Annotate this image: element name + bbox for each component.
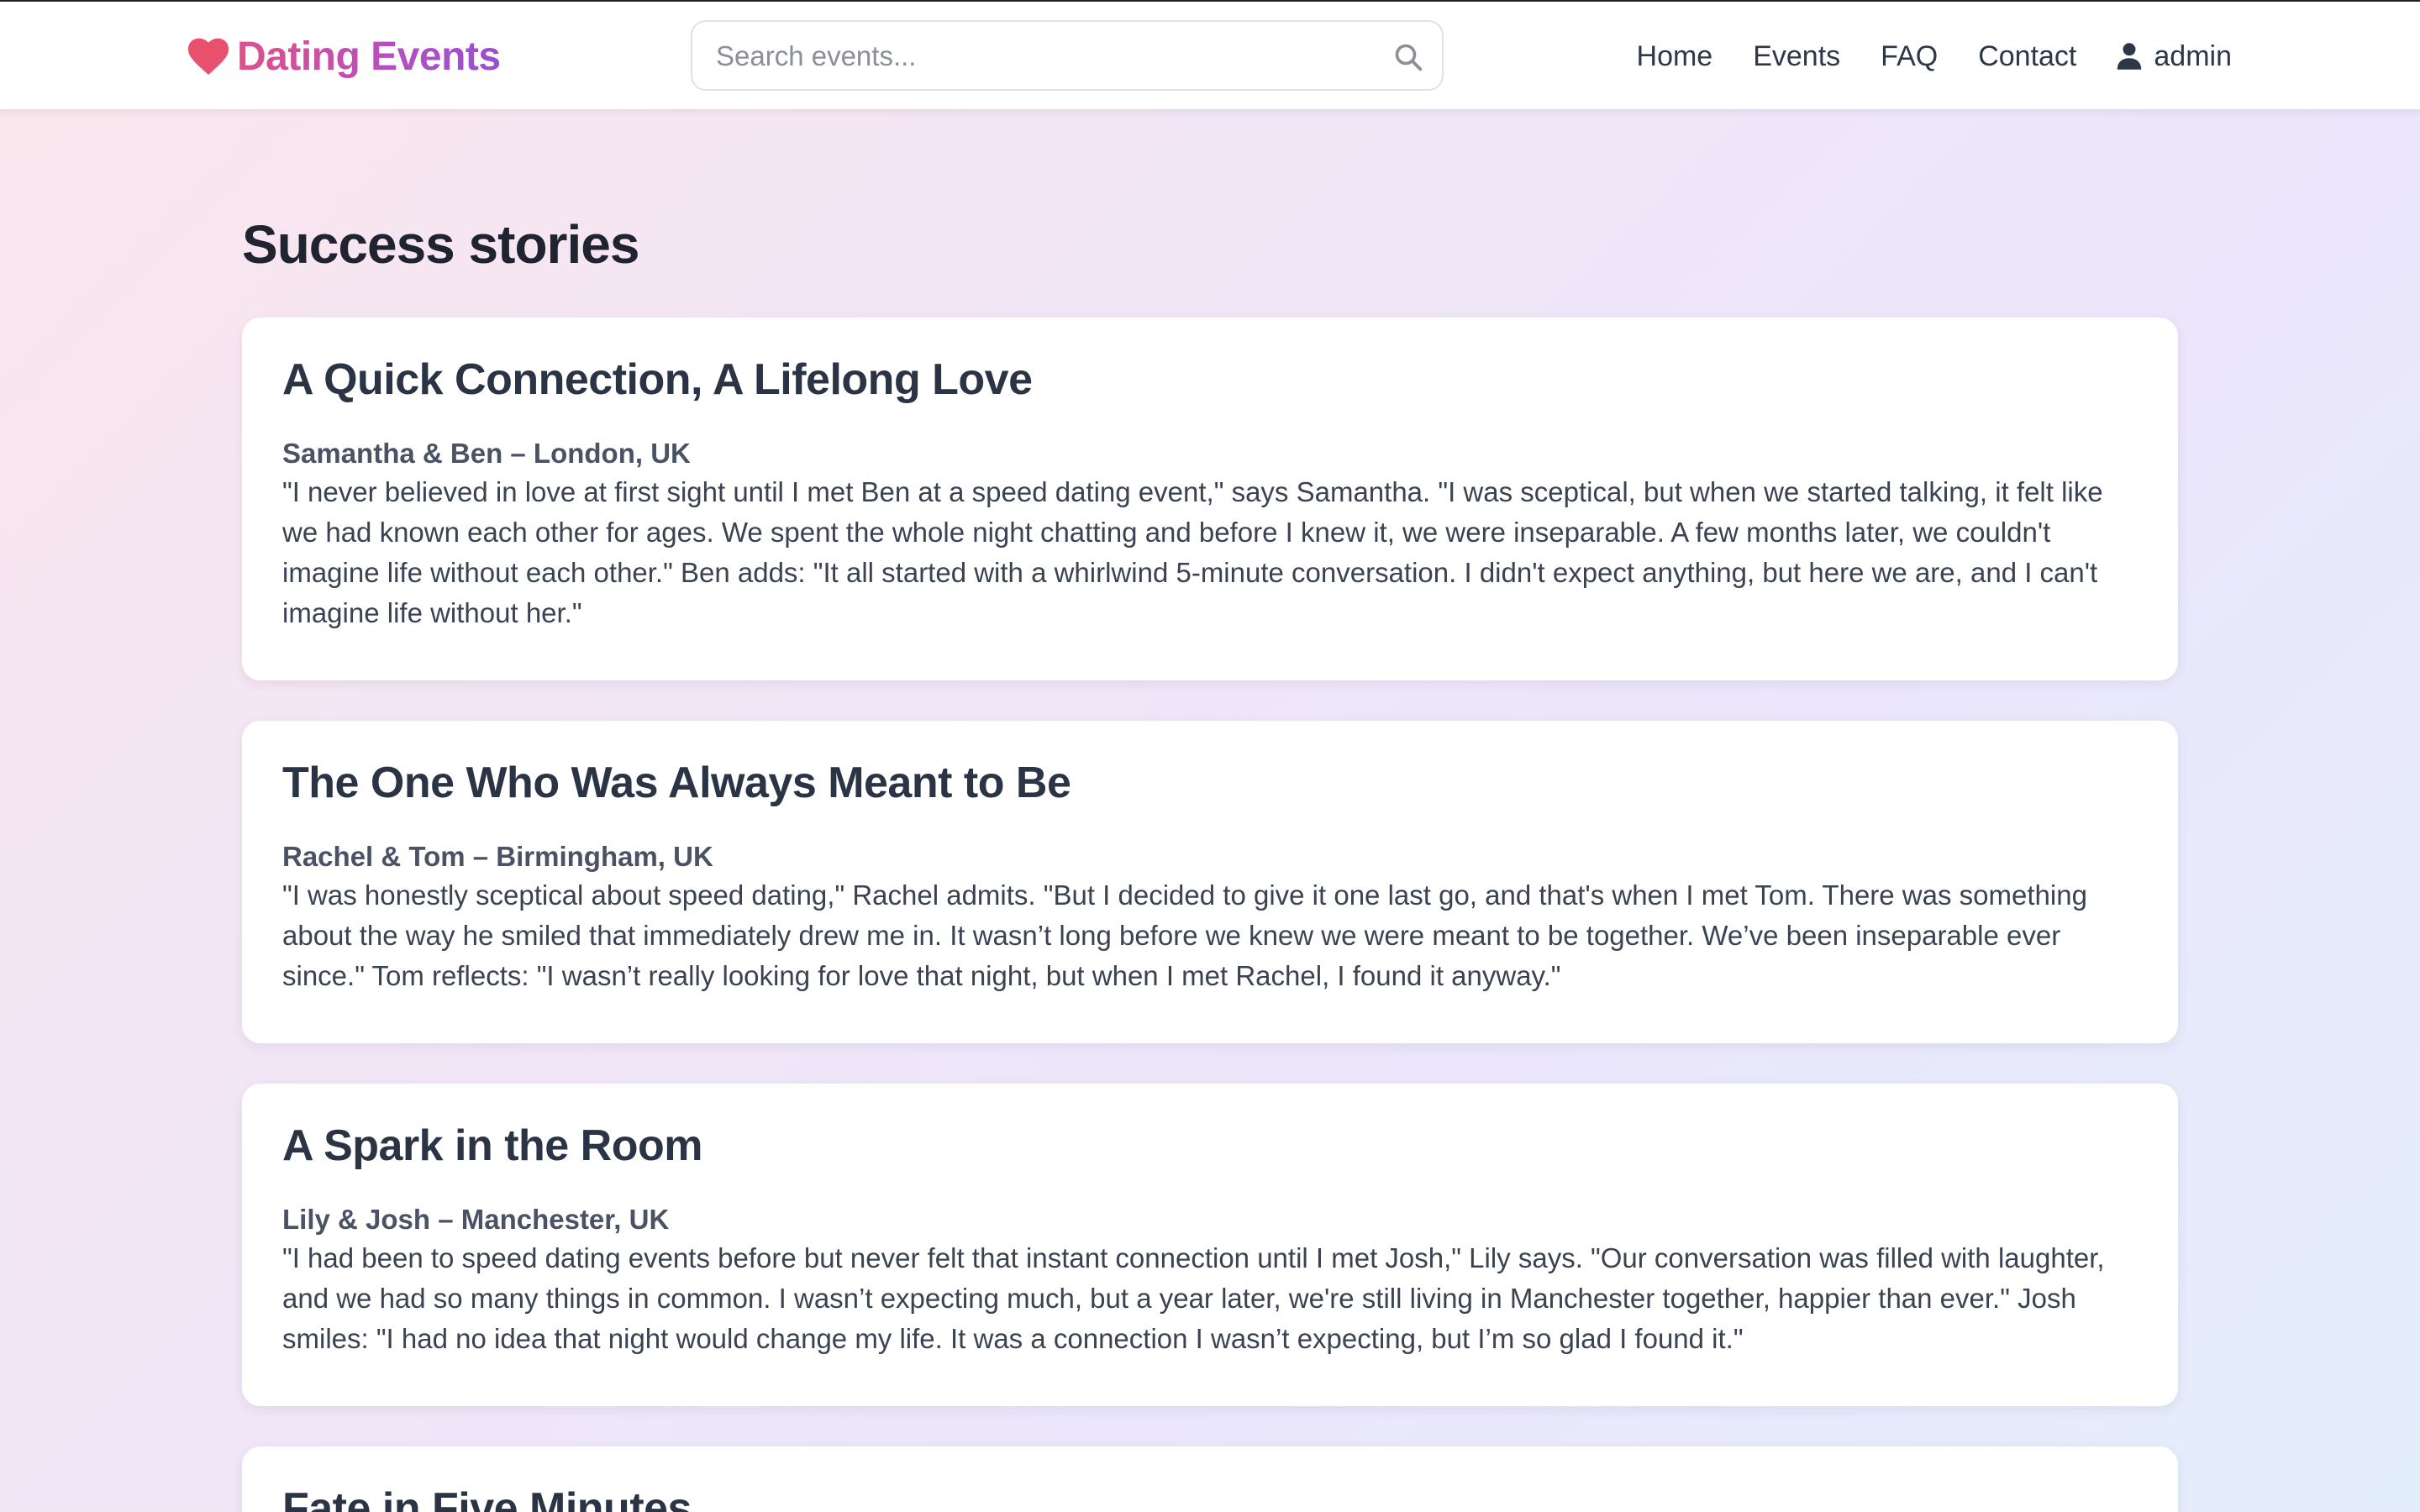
story-card: The One Who Was Always Meant to Be Rache… — [242, 721, 2178, 1043]
story-couple-location: Samantha & Ben – London, UK — [282, 438, 691, 470]
top-navbar: Dating Events Home Events FAQ Contact ad… — [0, 0, 2420, 109]
story-text: "I was honestly sceptical about speed da… — [282, 879, 2087, 992]
nav-events[interactable]: Events — [1753, 40, 1840, 73]
user-name: admin — [2154, 39, 2232, 72]
user-menu[interactable]: admin — [2117, 40, 2232, 73]
story-title: The One Who Was Always Meant to Be — [282, 759, 1071, 807]
search-icon[interactable] — [1393, 42, 1423, 72]
story-card: A Spark in the Room Lily & Josh – Manche… — [242, 1084, 2178, 1406]
story-title: Fate in Five Minutes — [282, 1484, 692, 1512]
story-title: A Spark in the Room — [282, 1121, 702, 1170]
story-card: A Quick Connection, A Lifelong Love Sama… — [242, 318, 2178, 680]
story-card: Fate in Five Minutes — [242, 1446, 2178, 1512]
heart-icon — [187, 38, 229, 75]
user-icon — [2118, 43, 2142, 70]
search-input[interactable] — [716, 34, 1371, 79]
brand-name: Dating Events — [237, 34, 501, 79]
nav-contact[interactable]: Contact — [1978, 40, 2076, 73]
story-couple-location: Rachel & Tom – Birmingham, UK — [282, 841, 713, 873]
nav-home[interactable]: Home — [1637, 40, 1713, 73]
brand-logo-link[interactable]: Dating Events — [187, 27, 501, 86]
search-box — [691, 20, 1444, 91]
story-couple-location: Lily & Josh – Manchester, UK — [282, 1204, 670, 1236]
story-text: "I never believed in love at first sight… — [282, 476, 2103, 629]
main-nav: Home Events FAQ Contact admin — [1637, 27, 2232, 86]
story-title: A Quick Connection, A Lifelong Love — [282, 355, 1033, 404]
nav-faq[interactable]: FAQ — [1881, 40, 1938, 73]
story-text: "I had been to speed dating events befor… — [282, 1242, 2105, 1355]
page-title: Success stories — [242, 214, 639, 275]
